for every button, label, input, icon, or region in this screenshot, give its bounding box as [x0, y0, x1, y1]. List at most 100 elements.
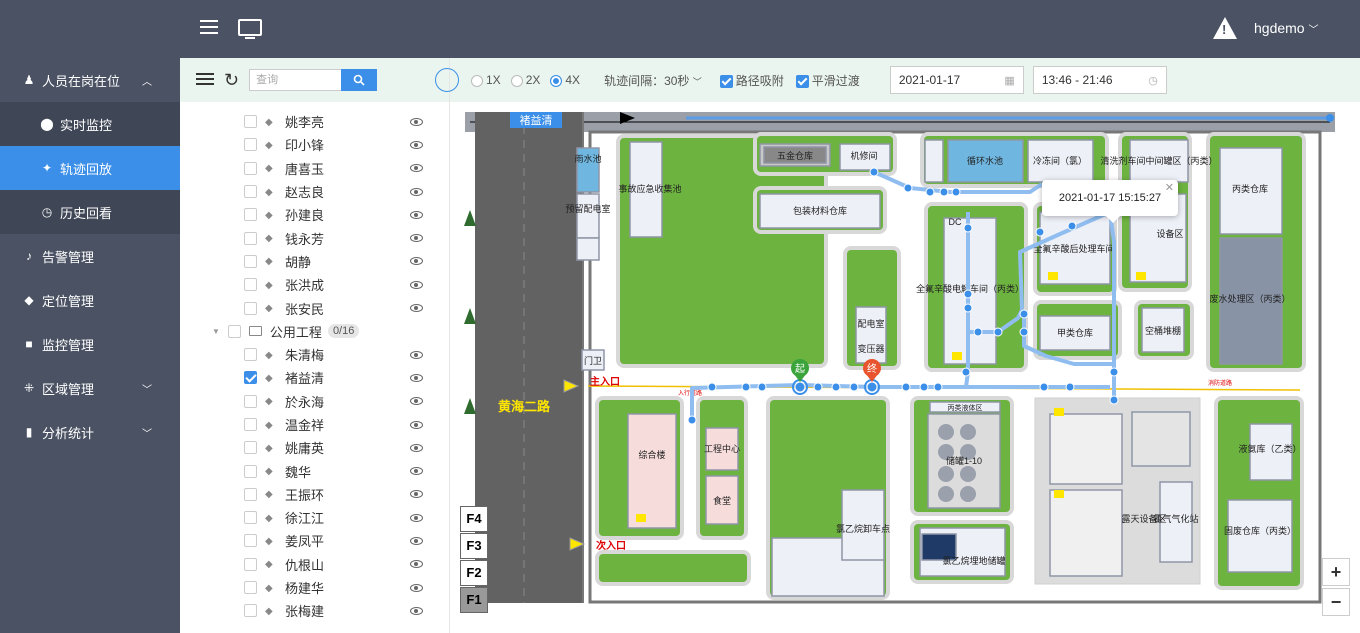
- person-checkbox[interactable]: [244, 464, 257, 478]
- tree-person-row[interactable]: ◆ 钱永芳: [180, 226, 449, 249]
- group-checkbox[interactable]: [227, 324, 241, 338]
- tree-person-row[interactable]: ◆ 朱清梅: [180, 343, 449, 366]
- smooth-checkbox[interactable]: 平滑过渡: [795, 72, 860, 89]
- search-button[interactable]: [341, 69, 378, 91]
- person-checkbox[interactable]: [244, 278, 257, 292]
- eye-icon[interactable]: [410, 280, 423, 289]
- tree-person-row[interactable]: ◆ 张安民: [180, 296, 449, 319]
- person-checkbox[interactable]: [244, 418, 257, 431]
- tree-person-row[interactable]: ◆ 魏华: [180, 459, 449, 482]
- floor-f4-button[interactable]: F4: [460, 506, 488, 532]
- eye-icon[interactable]: [410, 187, 423, 196]
- person-checkbox[interactable]: [244, 511, 257, 525]
- tree-group-row[interactable]: ▼ 公用工程 0/16: [180, 320, 449, 343]
- nav-realtime[interactable]: ⬤ 实时监控: [0, 102, 180, 146]
- close-icon[interactable]: ✕: [1165, 181, 1174, 194]
- tree-person-row[interactable]: ◆ 姚庸英: [180, 436, 449, 459]
- person-checkbox[interactable]: [244, 115, 257, 129]
- tree-person-row[interactable]: ◆ 张梅建: [180, 599, 449, 622]
- eye-icon[interactable]: [410, 560, 423, 569]
- eye-icon[interactable]: [410, 467, 423, 476]
- eye-icon[interactable]: [410, 164, 423, 173]
- refresh-icon[interactable]: ↻: [224, 70, 239, 91]
- user-menu[interactable]: hgdemo ﹀: [1254, 20, 1318, 36]
- person-checkbox[interactable]: [244, 534, 257, 548]
- eye-icon[interactable]: [410, 397, 423, 406]
- person-checkbox[interactable]: [244, 487, 257, 501]
- caret-down-icon[interactable]: ▼: [212, 327, 220, 336]
- nav-group-personnel[interactable]: ♟ 人员在岗在位 ︿: [0, 58, 180, 102]
- zoom-out-button[interactable]: −: [1322, 588, 1350, 616]
- tree-person-row[interactable]: ◆ 张洪成: [180, 273, 449, 296]
- eye-icon[interactable]: [410, 536, 423, 545]
- speed-1x[interactable]: 1X: [471, 73, 501, 87]
- person-checkbox[interactable]: [244, 138, 257, 152]
- person-checkbox[interactable]: [244, 441, 257, 455]
- person-checkbox[interactable]: [244, 231, 257, 245]
- nav-location[interactable]: ◆ 定位管理: [0, 278, 180, 322]
- search-input[interactable]: 查询: [249, 69, 342, 91]
- nav-history[interactable]: ◷ 历史回看: [0, 190, 180, 234]
- hamburger-icon[interactable]: [200, 20, 218, 36]
- warning-icon[interactable]: [1213, 17, 1237, 39]
- person-checkbox[interactable]: [244, 581, 257, 595]
- site-map[interactable]: 褚益清 黄海二路 主入口 次入口 雨水池 预留配电室 事故应急收集池 门卫 五金…: [450, 102, 1360, 633]
- eye-icon[interactable]: [410, 304, 423, 313]
- path-snap-checkbox[interactable]: 路径吸附: [719, 72, 784, 89]
- person-checkbox[interactable]: [244, 604, 257, 618]
- speed-4x[interactable]: 4X: [550, 73, 580, 87]
- tree-person-row[interactable]: ◆ 温金祥: [180, 413, 449, 436]
- person-checkbox[interactable]: [244, 371, 257, 385]
- eye-icon[interactable]: [410, 420, 423, 429]
- person-checkbox[interactable]: [244, 348, 257, 362]
- eye-icon[interactable]: [410, 210, 423, 219]
- floor-f3-button[interactable]: F3: [460, 533, 488, 559]
- cloud-icon[interactable]: [435, 68, 459, 92]
- eye-icon[interactable]: [410, 373, 423, 382]
- monitor-icon[interactable]: [238, 19, 262, 39]
- nav-monitor[interactable]: ■ 监控管理: [0, 322, 180, 366]
- time-range-picker[interactable]: 13:46 - 21:46 ◷: [1032, 66, 1167, 94]
- speed-2x[interactable]: 2X: [510, 73, 540, 87]
- floor-f1-button[interactable]: F1: [460, 587, 488, 613]
- person-checkbox[interactable]: [244, 185, 257, 199]
- nav-area[interactable]: ⁜ 区域管理 ﹀: [0, 366, 180, 410]
- person-checkbox[interactable]: [244, 161, 257, 175]
- tree-person-row[interactable]: ◆ 姚李亮: [180, 110, 449, 133]
- tree-person-row[interactable]: ◆ 王振环: [180, 483, 449, 506]
- tree-person-row[interactable]: ◆ 赵志良: [180, 180, 449, 203]
- eye-icon[interactable]: [410, 140, 423, 149]
- eye-icon[interactable]: [410, 234, 423, 243]
- tree-person-row[interactable]: ◆ 於永海: [180, 390, 449, 413]
- nav-stats[interactable]: ▮ 分析统计 ﹀: [0, 410, 180, 454]
- eye-icon[interactable]: [410, 606, 423, 615]
- tree-person-row[interactable]: ◆ 胡静: [180, 250, 449, 273]
- eye-icon[interactable]: [410, 513, 423, 522]
- person-checkbox[interactable]: [244, 394, 257, 408]
- tree-person-row[interactable]: ◆ 印小锋: [180, 133, 449, 156]
- eye-icon[interactable]: [410, 257, 423, 266]
- eye-icon[interactable]: [410, 583, 423, 592]
- tree-person-row[interactable]: ◆ 姜凤平: [180, 529, 449, 552]
- tree-person-row[interactable]: ◆ 杨建华: [180, 576, 449, 599]
- tree-person-row[interactable]: ◆ 孙建良: [180, 203, 449, 226]
- eye-icon[interactable]: [410, 490, 423, 499]
- date-picker[interactable]: 2021-01-17 ▦: [889, 66, 1024, 94]
- person-checkbox[interactable]: [244, 301, 257, 315]
- nav-alarm[interactable]: ♪ 告警管理: [0, 234, 180, 278]
- eye-icon[interactable]: [410, 443, 423, 452]
- tree-person-row[interactable]: ◆ 仇根山: [180, 553, 449, 576]
- person-checkbox[interactable]: [244, 254, 257, 268]
- zoom-in-button[interactable]: +: [1322, 558, 1350, 586]
- nav-track-replay[interactable]: ✦ 轨迹回放: [0, 146, 180, 190]
- menu-icon[interactable]: [196, 73, 214, 87]
- floor-f2-button[interactable]: F2: [460, 560, 488, 586]
- eye-icon[interactable]: [410, 350, 423, 359]
- tree-person-row[interactable]: ◆ 徐江江: [180, 506, 449, 529]
- person-checkbox[interactable]: [244, 557, 257, 571]
- person-checkbox[interactable]: [244, 208, 257, 222]
- tree-person-row[interactable]: ◆ 褚益清: [180, 366, 449, 389]
- eye-icon[interactable]: [410, 117, 423, 126]
- tree-person-row[interactable]: ◆ 唐喜玉: [180, 157, 449, 180]
- interval-select[interactable]: 轨迹间隔：30秒 ﹀: [604, 72, 702, 89]
